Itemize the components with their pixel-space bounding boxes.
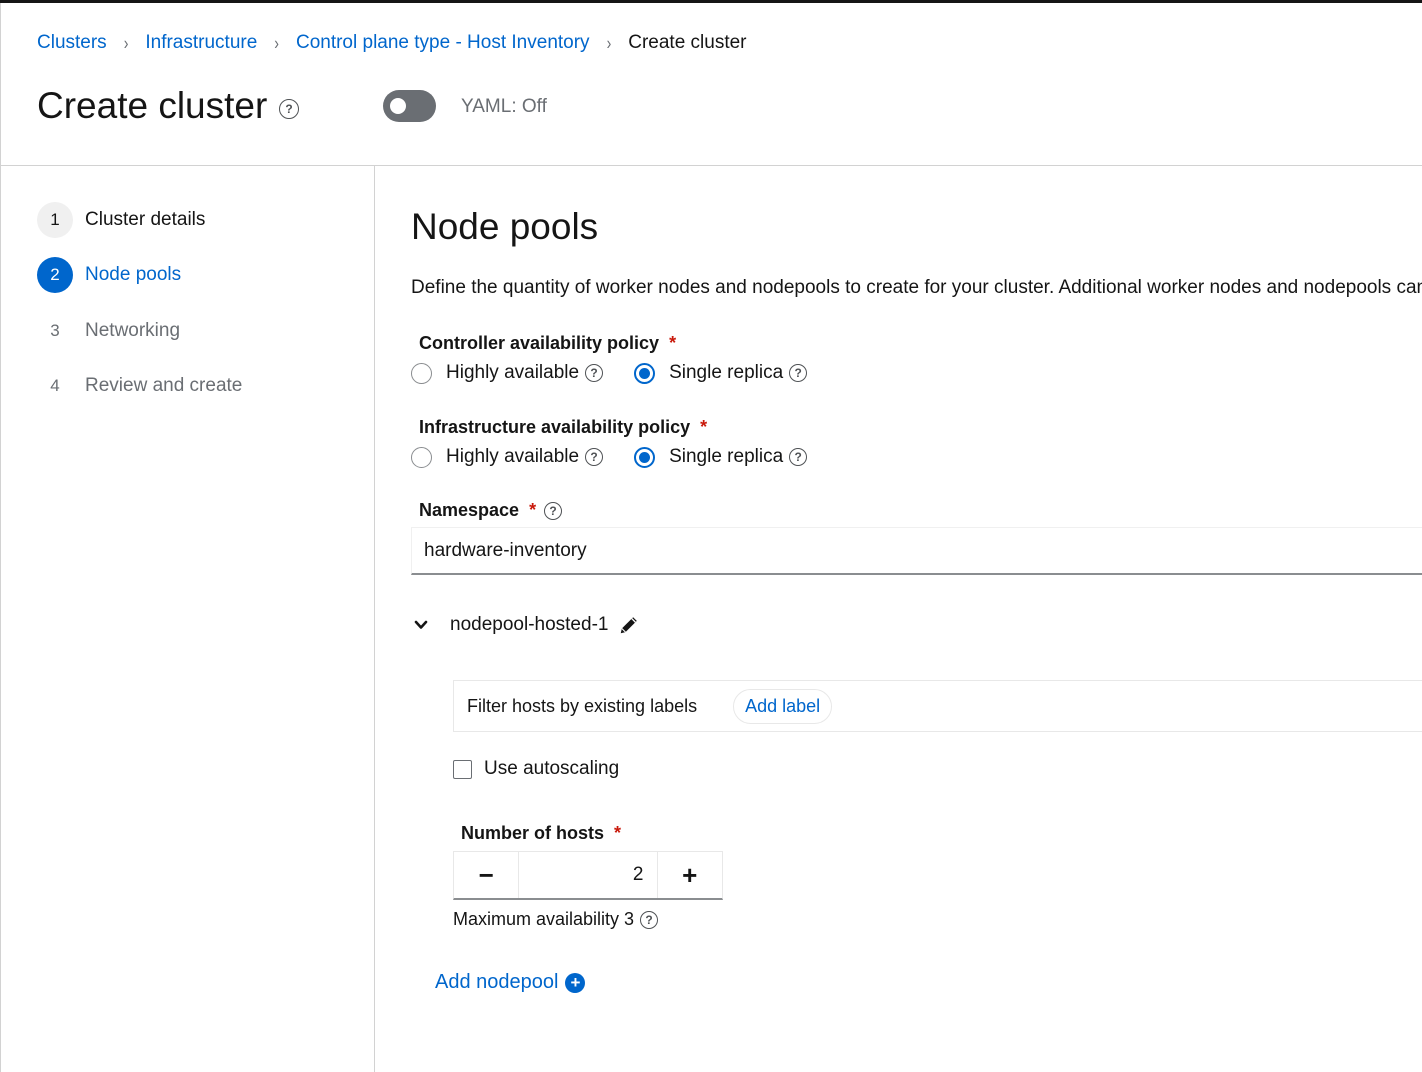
namespace-label: Namespace * ? <box>419 500 563 521</box>
controller-policy-options: Highly available ? Single replica ? <box>411 362 808 384</box>
infrastructure-policy-label: Infrastructure availability policy * <box>419 417 707 438</box>
wizard-step-node-pools[interactable]: 2 Node pools <box>37 257 181 293</box>
help-icon[interactable]: ? <box>585 364 604 382</box>
breadcrumb-control-plane-type[interactable]: Control plane type - Host Inventory <box>296 32 590 54</box>
autoscaling-label: Use autoscaling <box>484 758 620 779</box>
add-nodepool-button[interactable]: Add nodepool + <box>435 971 586 994</box>
step-number: 1 <box>37 202 73 238</box>
required-marker: * <box>614 823 622 843</box>
max-availability-text: Maximum availability 3 <box>453 909 635 929</box>
add-label-button[interactable]: Add label <box>733 688 833 724</box>
required-marker: * <box>700 417 708 437</box>
chevron-right-icon: › <box>123 32 129 54</box>
wizard-step-networking[interactable]: 3 Networking <box>37 313 180 349</box>
wizard-main: Node pools Define the quantity of worker… <box>376 166 1422 1072</box>
radio-label: Highly available <box>446 446 580 467</box>
wizard-step-review-and-create[interactable]: 4 Review and create <box>37 368 242 404</box>
wizard-step-cluster-details[interactable]: 1 Cluster details <box>37 202 205 238</box>
number-of-hosts-label: Number of hosts * <box>461 823 621 844</box>
host-label-filter: Filter hosts by existing labels Add labe… <box>453 680 1422 732</box>
hosts-label-text: Number of hosts <box>461 823 605 843</box>
step-label: Review and create <box>85 375 243 396</box>
controller-policy-label: Controller availability policy * <box>419 333 676 354</box>
required-marker: * <box>529 500 537 520</box>
radio-label: Single replica <box>669 446 784 467</box>
help-icon[interactable]: ? <box>279 99 299 119</box>
page-header: Clusters › Infrastructure › Control plan… <box>0 3 1422 166</box>
nodepool-header: nodepool-hosted-1 <box>414 614 640 636</box>
controller-single-replica-radio[interactable] <box>634 362 656 384</box>
add-nodepool-label: Add nodepool <box>435 971 559 993</box>
help-icon[interactable]: ? <box>544 501 563 520</box>
breadcrumb-clusters[interactable]: Clusters <box>37 32 107 54</box>
required-marker: * <box>669 333 677 353</box>
plus-circle-icon: + <box>565 972 586 993</box>
breadcrumb: Clusters › Infrastructure › Control plan… <box>37 32 747 54</box>
breadcrumb-current: Create cluster <box>628 32 747 53</box>
controller-highly-available-radio[interactable] <box>411 362 432 384</box>
autoscaling-checkbox[interactable] <box>453 759 472 779</box>
nodepool-name: nodepool-hosted-1 <box>450 614 609 635</box>
help-icon[interactable]: ? <box>789 364 808 382</box>
controller-policy-label-text: Controller availability policy <box>419 333 660 353</box>
namespace-value: hardware-inventory <box>424 539 587 561</box>
infrastructure-policy-options: Highly available ? Single replica ? <box>411 446 808 468</box>
chevron-right-icon: › <box>606 32 612 54</box>
max-availability: Maximum availability 3 ? <box>453 909 659 930</box>
infrastructure-single-replica-radio[interactable] <box>634 446 656 468</box>
help-icon[interactable]: ? <box>640 910 659 929</box>
help-icon[interactable]: ? <box>789 448 808 466</box>
decrement-button[interactable]: − <box>454 852 518 898</box>
help-icon[interactable]: ? <box>585 448 604 466</box>
namespace-input[interactable]: hardware-inventory <box>411 527 1422 575</box>
yaml-toggle-label: YAML: Off <box>461 96 547 117</box>
section-title: Node pools <box>411 206 599 247</box>
pencil-icon[interactable] <box>618 614 640 636</box>
step-label: Cluster details <box>85 209 206 230</box>
step-label: Node pools <box>85 264 182 285</box>
hosts-stepper: − 2 + <box>453 851 723 900</box>
step-label: Networking <box>85 320 181 341</box>
page-title: Create cluster <box>37 85 268 126</box>
section-description: Define the quantity of worker nodes and … <box>411 277 1422 298</box>
filter-label: Filter hosts by existing labels <box>467 695 698 716</box>
hosts-count-input[interactable]: 2 <box>518 852 658 898</box>
radio-label: Single replica <box>669 362 784 383</box>
chevron-right-icon: › <box>274 32 279 54</box>
increment-button[interactable]: + <box>658 852 722 898</box>
autoscaling-option: Use autoscaling <box>453 758 619 780</box>
namespace-label-text: Namespace <box>419 500 520 520</box>
step-number: 3 <box>50 321 60 340</box>
infrastructure-policy-label-text: Infrastructure availability policy <box>419 417 691 437</box>
step-number: 4 <box>50 376 60 395</box>
chevron-down-icon[interactable] <box>414 618 428 632</box>
wizard-nav: 1 Cluster details 2 Node pools 3 Network… <box>0 166 375 1072</box>
yaml-toggle[interactable] <box>383 90 436 122</box>
radio-label: Highly available <box>446 362 580 383</box>
breadcrumb-infrastructure[interactable]: Infrastructure <box>145 32 257 54</box>
infrastructure-highly-available-radio[interactable] <box>411 446 432 468</box>
step-number: 2 <box>37 257 73 293</box>
toggle-knob <box>390 98 406 114</box>
